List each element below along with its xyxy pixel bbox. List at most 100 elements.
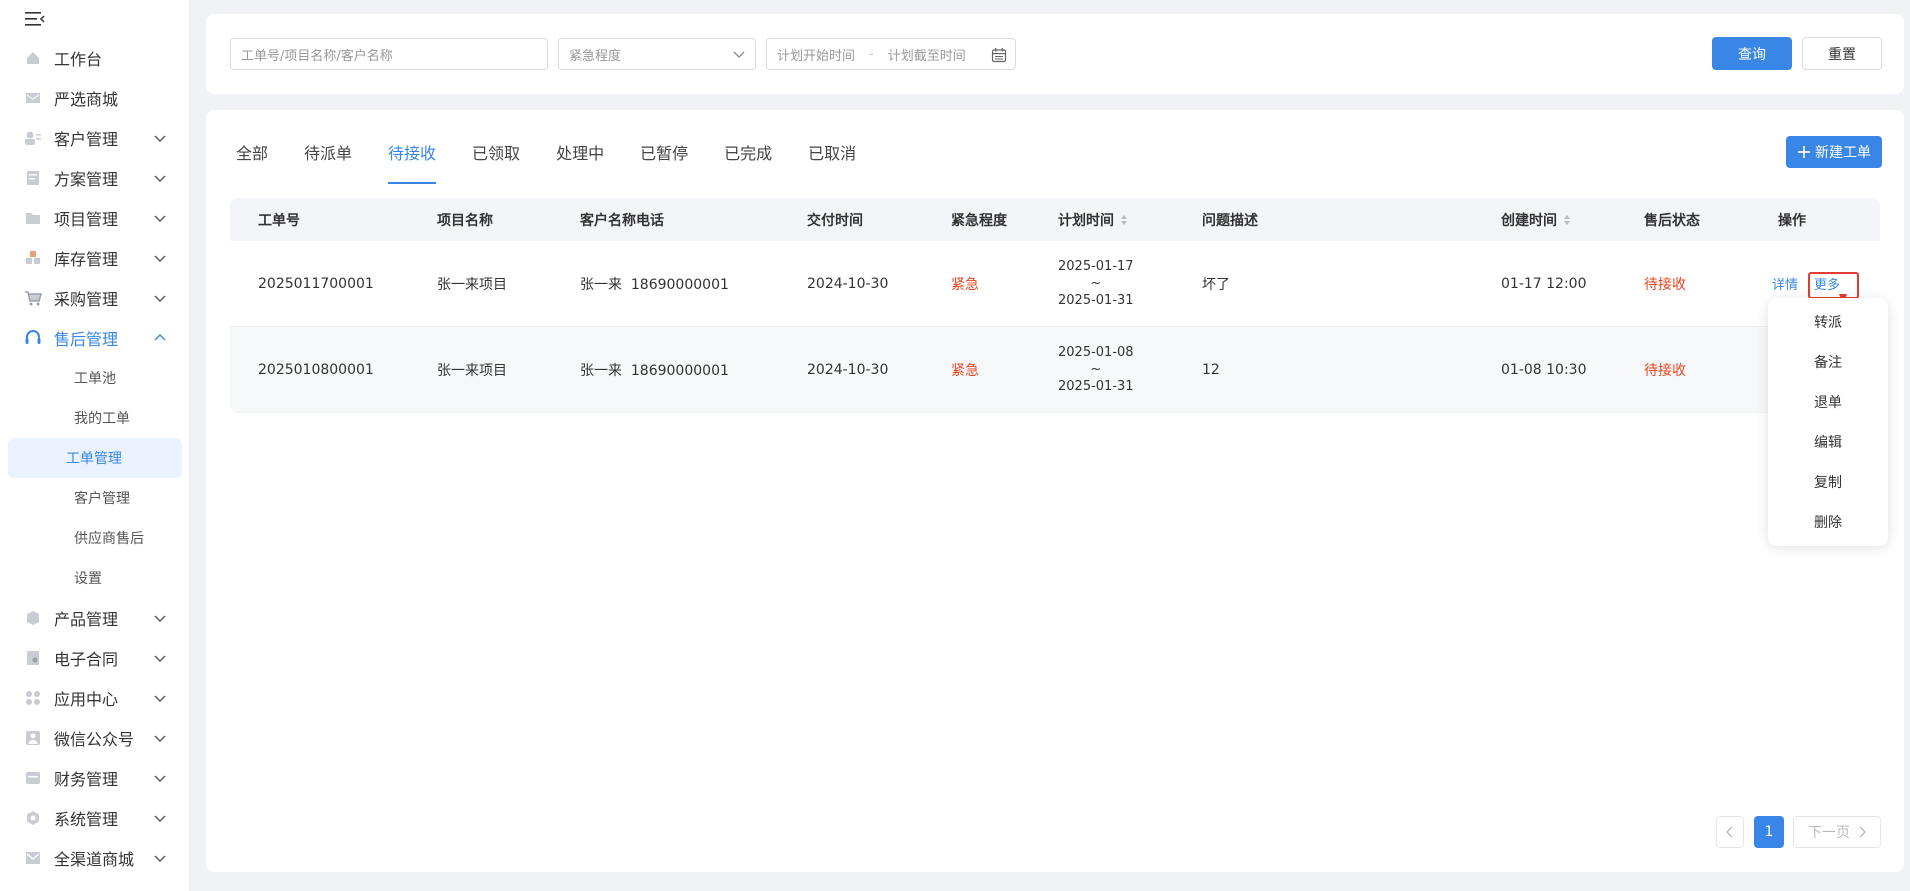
sidebar-item-label: 产品管理 <box>54 610 119 629</box>
plus-icon <box>1798 146 1810 158</box>
sidebar-item-app-center[interactable]: 应用中心 <box>0 678 190 718</box>
plan-end: 2025-01-31 <box>1058 379 1134 394</box>
header-created-label: 创建时间 <box>1501 212 1557 229</box>
cell-status: 待接收 <box>1644 362 1686 379</box>
plan-separator: ~ <box>1090 362 1102 377</box>
sort-icon <box>1564 214 1570 225</box>
menu-item-transfer[interactable]: 转派 <box>1768 302 1888 342</box>
table-row: 2025011700001 张一来项目 张一来 18690000001 2024… <box>230 241 1880 327</box>
tab-cancelled[interactable]: 已取消 <box>808 140 856 184</box>
header-urgency: 紧急程度 <box>951 212 1007 229</box>
reset-button[interactable]: 重置 <box>1802 37 1882 70</box>
cell-urgency: 紧急 <box>951 362 979 379</box>
plan-start: 2025-01-08 <box>1058 345 1134 360</box>
chevron-down-icon <box>154 735 166 742</box>
sidebar-item-project[interactable]: 项目管理 <box>0 198 190 238</box>
chevron-down-icon <box>154 695 166 702</box>
table-header: 工单号 项目名称 客户名称电话 交付时间 紧急程度 计划时间 问题描述 创建时间… <box>230 198 1880 241</box>
sidebar-subitem-settings[interactable]: 设置 <box>8 558 182 598</box>
chevron-down-icon <box>733 51 745 58</box>
date-range-picker[interactable]: 计划开始时间 - 计划截至时间 <box>766 38 1016 70</box>
plan-start: 2025-01-17 <box>1058 259 1134 274</box>
chevron-left-icon <box>1726 826 1733 838</box>
tab-pending-receive[interactable]: 待接收 <box>388 140 437 184</box>
sidebar-item-customer[interactable]: 客户管理 <box>0 118 190 158</box>
calendar-icon <box>991 48 1007 63</box>
ticket-table: 工单号 项目名称 客户名称电话 交付时间 紧急程度 计划时间 问题描述 创建时间… <box>230 198 1880 413</box>
header-plan-time[interactable]: 计划时间 <box>1058 198 1128 241</box>
menu-item-delete[interactable]: 删除 <box>1768 502 1888 542</box>
sidebar-subitem-customer-management[interactable]: 客户管理 <box>8 478 182 518</box>
chevron-down-icon <box>154 815 166 822</box>
sidebar-item-label: 电子合同 <box>54 650 119 669</box>
sidebar-subitem-supplier-aftersales[interactable]: 供应商售后 <box>8 518 182 558</box>
tab-claimed[interactable]: 已领取 <box>472 140 520 184</box>
cell-status: 待接收 <box>1644 276 1686 293</box>
sidebar-item-label: 应用中心 <box>54 690 119 709</box>
sidebar-item-finance[interactable]: 财务管理 <box>0 758 190 798</box>
tab-paused[interactable]: 已暂停 <box>640 140 688 184</box>
mail-icon <box>24 89 42 107</box>
sidebar-subitem-my-tickets[interactable]: 我的工单 <box>8 398 182 438</box>
new-ticket-button[interactable]: 新建工单 <box>1786 136 1882 168</box>
sidebar-item-aftersales[interactable]: 售后管理 <box>0 318 190 358</box>
sidebar-item-workbench[interactable]: 工作台 <box>0 38 190 78</box>
menu-item-edit[interactable]: 编辑 <box>1768 422 1888 462</box>
sidebar-item-wechat[interactable]: 微信公众号 <box>0 718 190 758</box>
plan-separator: ~ <box>1090 276 1102 291</box>
menu-item-remark[interactable]: 备注 <box>1768 342 1888 382</box>
sidebar-item-label: 系统管理 <box>54 810 119 829</box>
folder-icon <box>24 209 42 227</box>
header-ticket-no: 工单号 <box>258 212 300 229</box>
contract-icon <box>24 649 42 667</box>
sidebar-item-omnichannel[interactable]: 全渠道商城 <box>0 838 190 878</box>
menu-item-return[interactable]: 退单 <box>1768 382 1888 422</box>
cell-created: 01-08 10:30 <box>1501 361 1587 378</box>
tab-pending-dispatch[interactable]: 待派单 <box>304 140 352 184</box>
sidebar-item-mall[interactable]: 严选商城 <box>0 78 190 118</box>
sidebar-item-label: 售后管理 <box>54 330 119 349</box>
header-status: 售后状态 <box>1644 212 1700 229</box>
chevron-down-icon <box>154 775 166 782</box>
sidebar-item-contract[interactable]: 电子合同 <box>0 638 190 678</box>
urgency-select[interactable]: 紧急程度 <box>558 38 756 70</box>
search-input[interactable]: 工单号/项目名称/客户名称 <box>230 38 548 70</box>
sidebar-item-inventory[interactable]: 库存管理 <box>0 238 190 278</box>
sidebar-item-purchase[interactable]: 采购管理 <box>0 278 190 318</box>
sidebar-subitem-ticket-pool[interactable]: 工单池 <box>8 358 182 398</box>
cell-urgency: 紧急 <box>951 276 979 293</box>
menu-collapse-icon[interactable] <box>24 10 46 28</box>
menu-item-copy[interactable]: 复制 <box>1768 462 1888 502</box>
chevron-down-icon <box>154 135 166 142</box>
chevron-down-icon <box>154 615 166 622</box>
sidebar-subitem-ticket-management[interactable]: 工单管理 <box>8 438 182 478</box>
sidebar-item-product[interactable]: 产品管理 <box>0 598 190 638</box>
page-number-current[interactable]: 1 <box>1754 816 1784 848</box>
sidebar-item-label: 全渠道商城 <box>54 850 135 869</box>
cell-customer: 张一来 18690000001 <box>580 362 729 379</box>
query-button[interactable]: 查询 <box>1712 37 1792 70</box>
cell-project: 张一来项目 <box>437 276 507 293</box>
header-created[interactable]: 创建时间 <box>1501 198 1571 241</box>
chevron-down-icon <box>154 255 166 262</box>
more-actions-dropdown: 转派 备注 退单 编辑 复制 删除 <box>1768 298 1888 546</box>
sidebar-item-label: 财务管理 <box>54 770 119 789</box>
tab-completed[interactable]: 已完成 <box>724 140 772 184</box>
cell-plan-time: 2025-01-08 ~ 2025-01-31 <box>1058 327 1134 412</box>
sidebar-item-plan[interactable]: 方案管理 <box>0 158 190 198</box>
sidebar-item-label: 方案管理 <box>54 170 119 189</box>
sort-icon <box>1121 214 1127 225</box>
urgency-placeholder: 紧急程度 <box>569 48 622 64</box>
person-icon <box>24 729 42 747</box>
tab-all[interactable]: 全部 <box>236 140 268 184</box>
box-icon <box>24 609 42 627</box>
cell-ticket-no: 2025011700001 <box>258 275 374 292</box>
start-date-placeholder: 计划开始时间 <box>777 48 856 64</box>
cell-created: 01-17 12:00 <box>1501 275 1587 292</box>
gear-icon <box>24 809 42 827</box>
next-page-button[interactable]: 下一页 <box>1793 816 1881 848</box>
tab-processing[interactable]: 处理中 <box>556 140 604 184</box>
chevron-down-icon <box>154 295 166 302</box>
sidebar-item-system[interactable]: 系统管理 <box>0 798 190 838</box>
prev-page-button[interactable] <box>1716 816 1744 848</box>
